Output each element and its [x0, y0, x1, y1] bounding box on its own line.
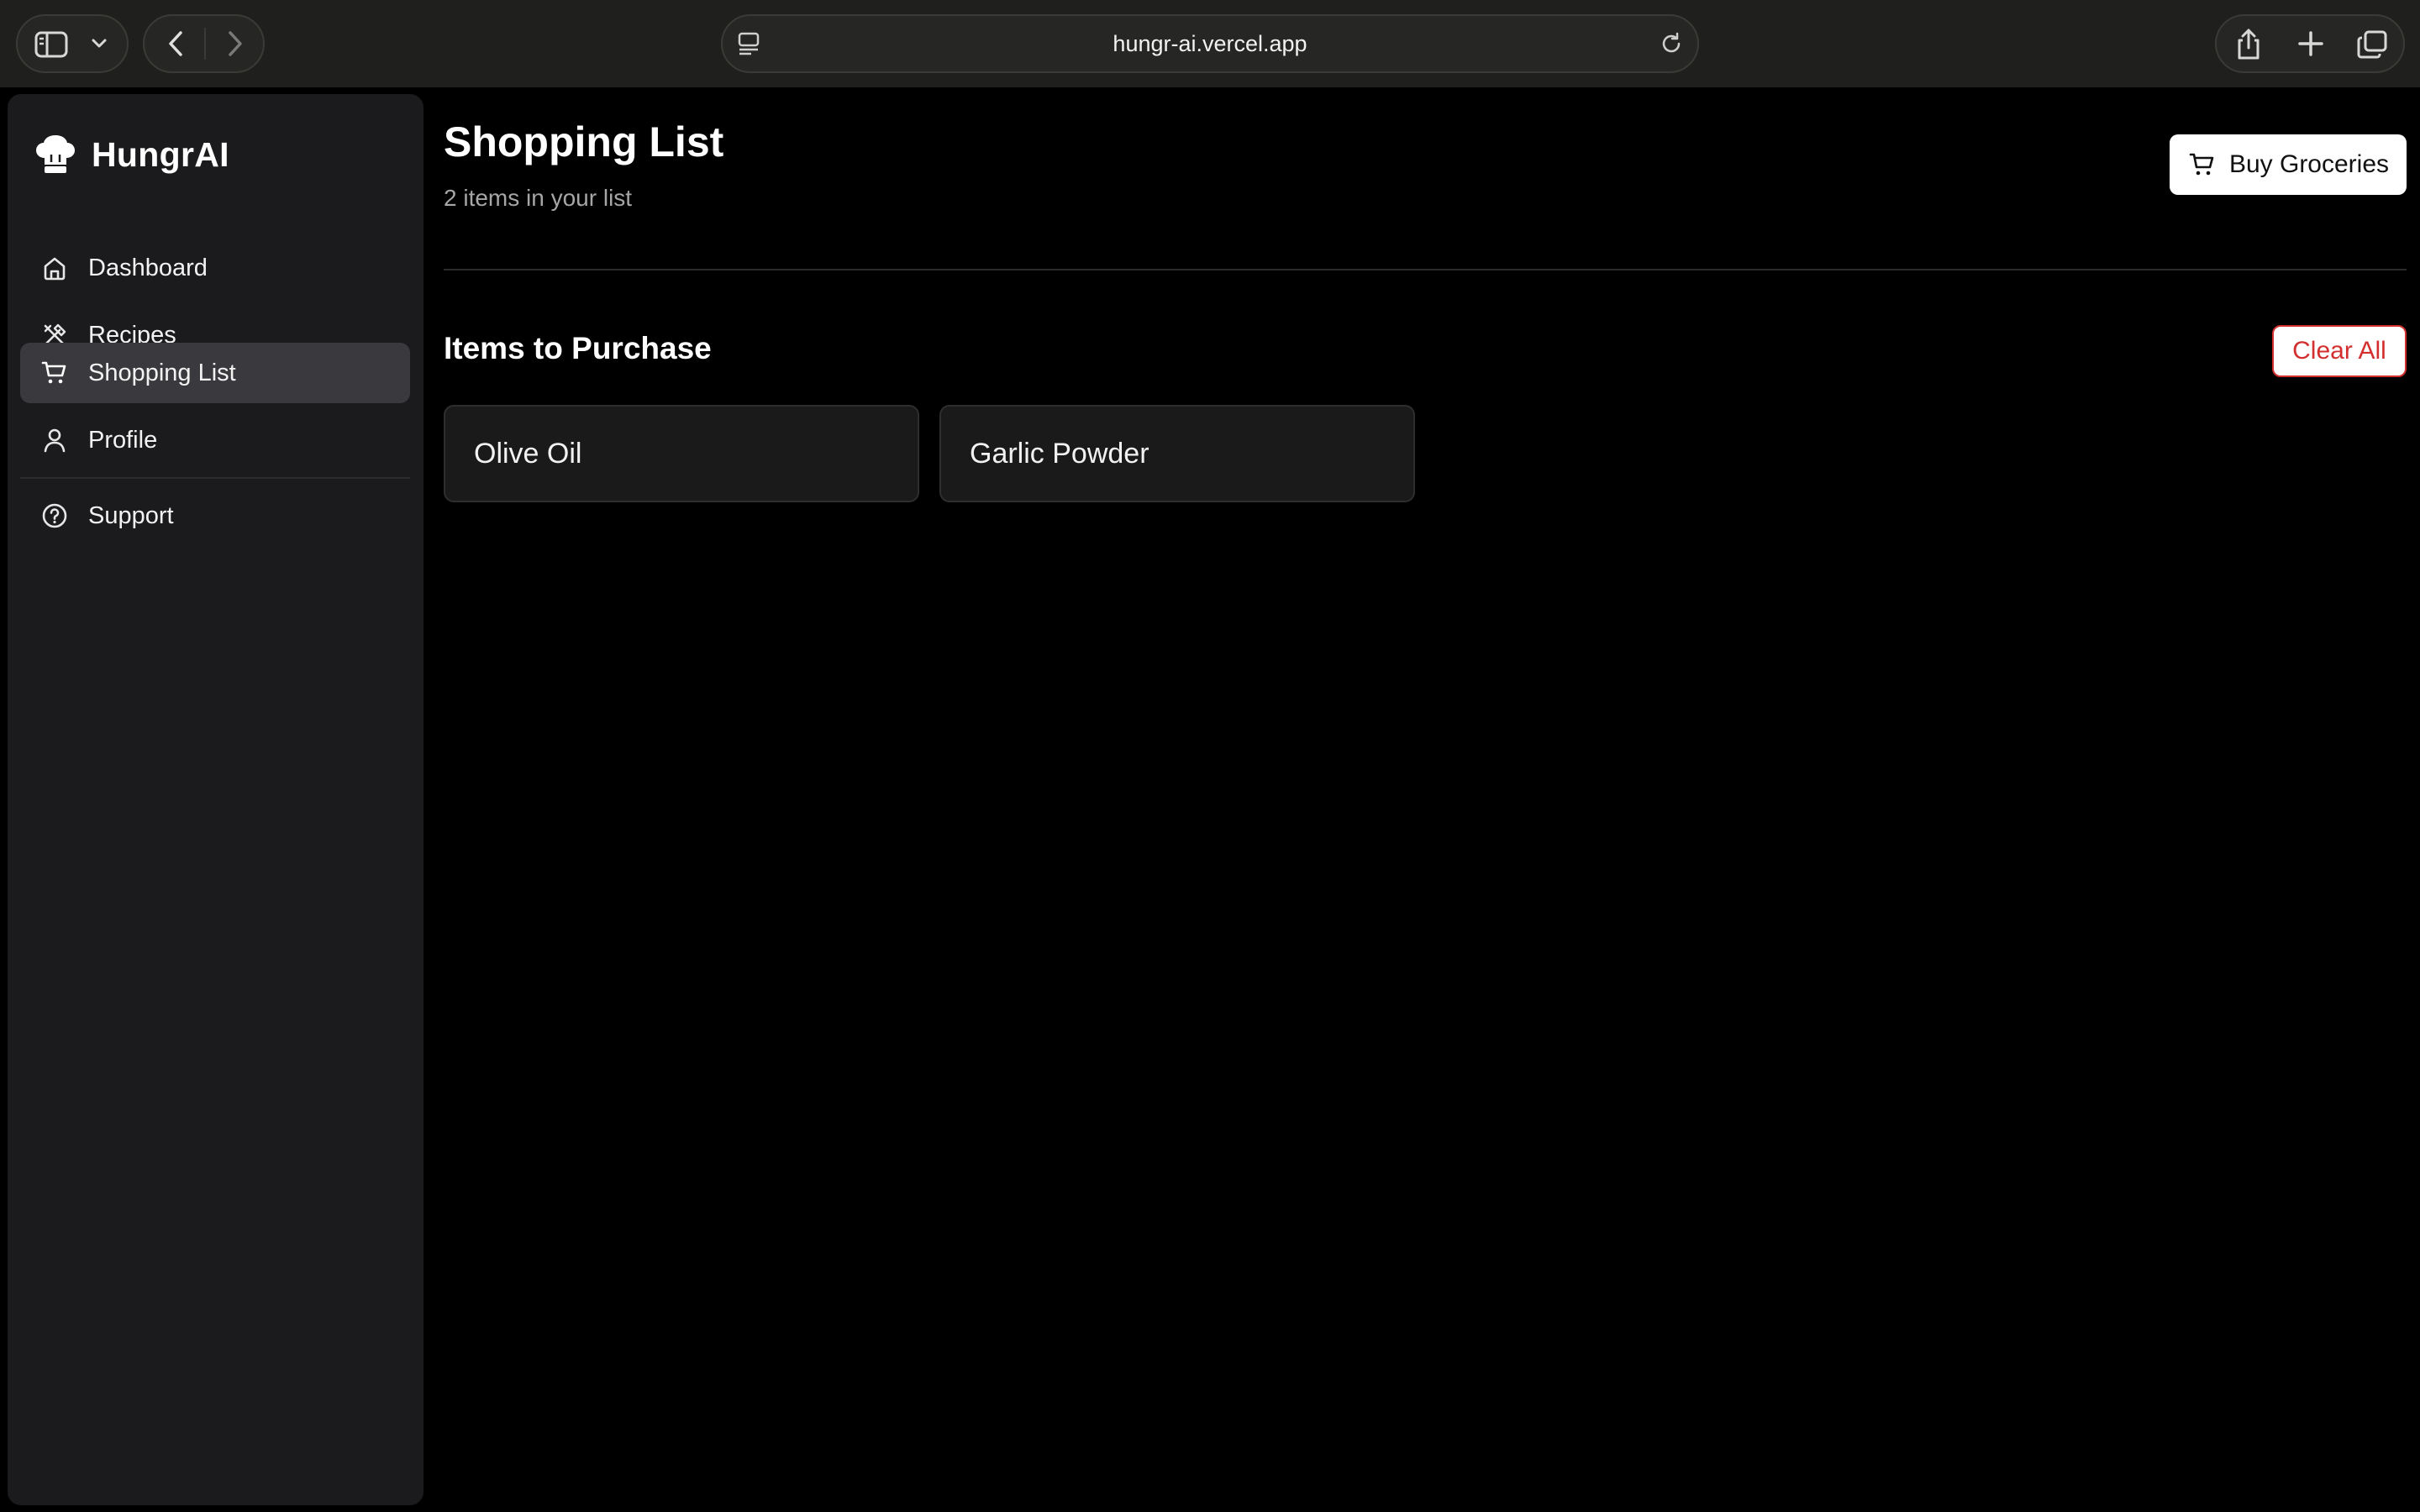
help-circle-icon [39, 501, 70, 531]
address-bar[interactable]: hungr-ai.vercel.app [721, 14, 1699, 73]
sidebar-item-support[interactable]: Support [20, 486, 410, 546]
list-item[interactable]: Garlic Powder [939, 405, 1415, 502]
reload-icon[interactable] [1659, 31, 1684, 56]
user-icon [39, 425, 70, 455]
forward-icon[interactable] [221, 29, 248, 59]
list-item[interactable]: Olive Oil [444, 405, 919, 502]
home-icon [39, 253, 70, 283]
main-content: Shopping List 2 items in your list Buy G… [444, 94, 2407, 1505]
tabs-overview-icon[interactable] [2356, 29, 2388, 60]
buy-groceries-label: Buy Groceries [2228, 150, 2390, 178]
history-nav-group [143, 14, 265, 73]
chevron-down-icon[interactable] [90, 34, 108, 53]
cart-icon [2187, 150, 2217, 180]
sidebar-item-label: Profile [88, 426, 158, 454]
sidebar-toggle-icon[interactable] [34, 30, 68, 59]
sidebar-item-profile[interactable]: Profile [20, 410, 410, 470]
clear-all-button[interactable]: Clear All [2272, 325, 2407, 377]
cart-icon [39, 358, 70, 388]
nav-divider [204, 28, 206, 60]
chef-hat-icon [33, 132, 78, 177]
browser-toolbar: hungr-ai.vercel.app [0, 0, 2420, 87]
sidebar-item-label: Support [88, 501, 174, 529]
back-icon[interactable] [163, 29, 190, 59]
tab-actions-group [2215, 14, 2405, 73]
sidebar-item-shopping-list[interactable]: Shopping List [20, 343, 410, 403]
new-tab-icon[interactable] [2296, 29, 2325, 58]
sidebar-item-dashboard[interactable]: Dashboard [20, 238, 410, 298]
sidebar: HungrAI Dashboard Recipes Shopping List … [8, 94, 424, 1505]
sidebar-item-label: Dashboard [88, 254, 208, 281]
sidebar-item-label: Shopping List [88, 359, 236, 386]
buy-groceries-button[interactable]: Buy Groceries [2170, 134, 2407, 195]
brand-name: HungrAI [92, 134, 229, 174]
sidebar-toggle-group [16, 14, 129, 73]
section-title: Items to Purchase [444, 331, 712, 365]
brand[interactable]: HungrAI [33, 129, 229, 180]
page-title: Shopping List [444, 118, 724, 165]
share-icon[interactable] [2233, 28, 2264, 61]
sidebar-divider [20, 477, 410, 479]
item-count-text: 2 items in your list [444, 185, 633, 211]
shopping-items-list: Olive Oil Garlic Powder [444, 405, 1415, 502]
header-divider [444, 269, 2407, 270]
url-text: hungr-ai.vercel.app [1113, 31, 1307, 56]
